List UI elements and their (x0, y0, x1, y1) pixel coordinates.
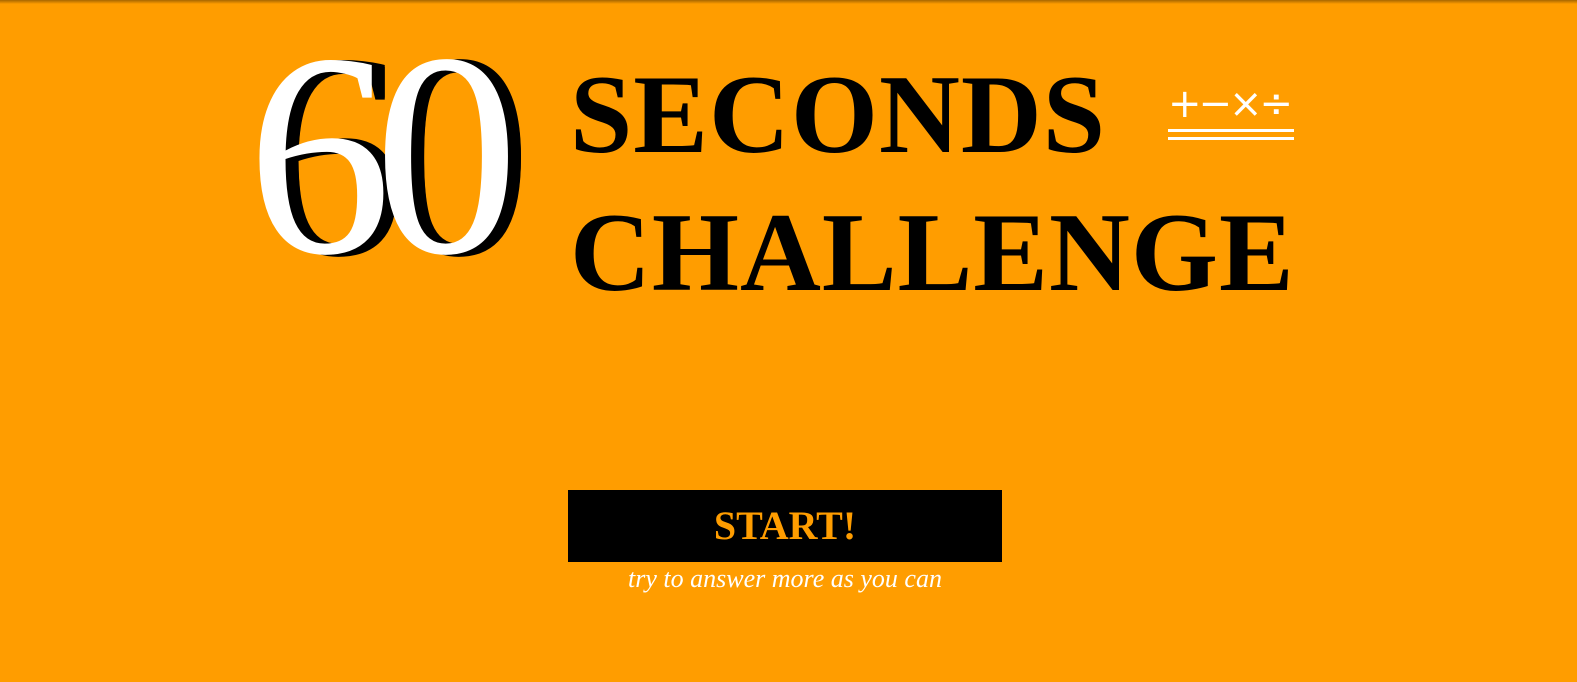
title-challenge: CHALLENGE (570, 191, 1295, 315)
operators-underline-bottom (1168, 137, 1294, 140)
top-shadow (0, 0, 1577, 4)
title-seconds: SECONDS (570, 53, 1107, 177)
operators-underline-top (1168, 129, 1294, 132)
start-button[interactable]: START! (568, 490, 1002, 562)
math-operators-icon: +−×÷ (1168, 84, 1294, 140)
logo-number: 60 (247, 0, 519, 315)
hint-text: try to answer more as you can (628, 564, 942, 593)
operators-symbols: +−×÷ (1168, 81, 1293, 127)
